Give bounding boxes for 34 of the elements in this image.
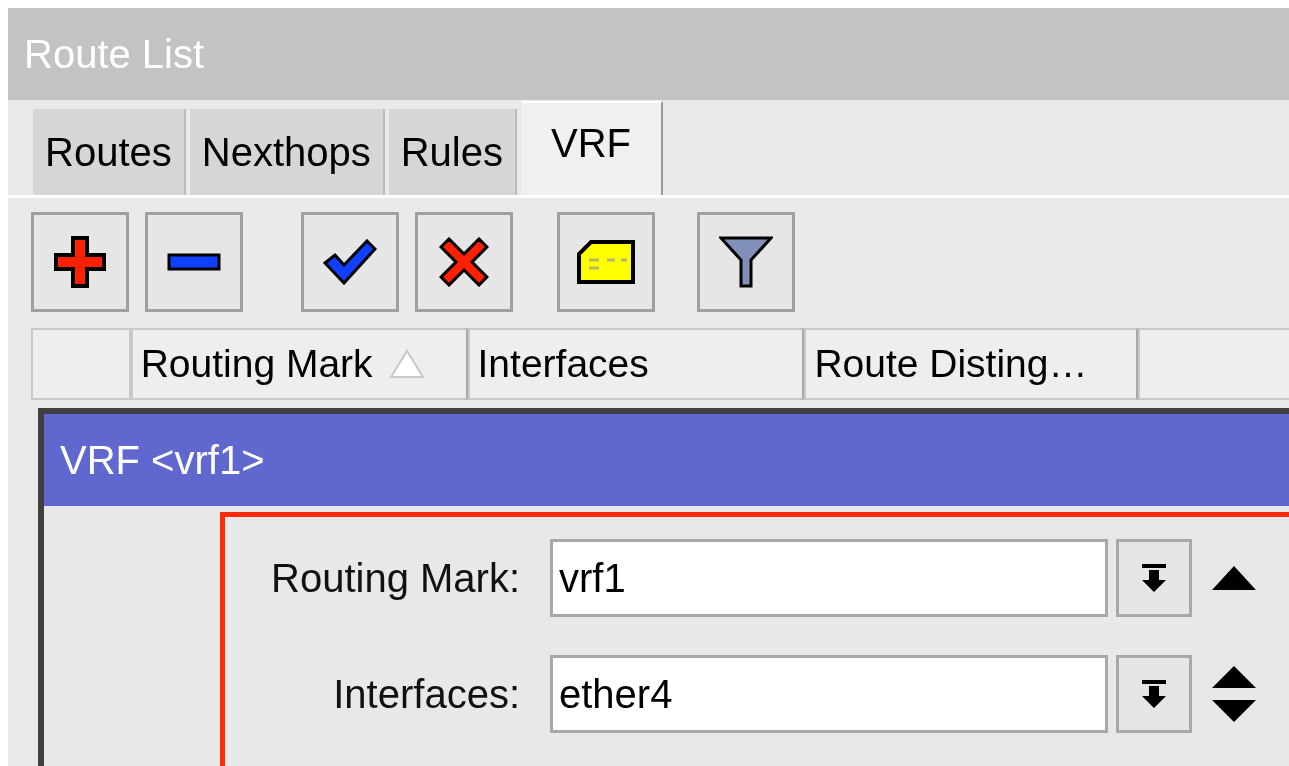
- up-down-arrow-icon[interactable]: [1212, 666, 1256, 722]
- tab[interactable]: Rules: [388, 109, 517, 195]
- minus-icon: [167, 253, 221, 271]
- disable-button[interactable]: [415, 212, 513, 312]
- input-field[interactable]: vrf1: [550, 539, 1108, 617]
- dropdown-arrow-icon: [1140, 562, 1168, 594]
- dropdown-button[interactable]: [1116, 539, 1192, 617]
- enable-button[interactable]: [301, 212, 399, 312]
- field-label: Routing Mark:: [270, 555, 521, 601]
- check-icon: [323, 239, 377, 285]
- remove-button[interactable]: [145, 212, 243, 312]
- column-label: Routing Mark: [140, 342, 373, 386]
- filter-icon: [719, 234, 773, 290]
- dialog-title: VRF <vrf1>: [60, 437, 265, 483]
- comment-button[interactable]: [557, 212, 655, 312]
- tab[interactable]: VRF: [521, 101, 663, 195]
- column-header[interactable]: Interfaces: [467, 328, 805, 400]
- tab[interactable]: Routes: [33, 109, 186, 195]
- column-label: Interfaces: [477, 342, 649, 386]
- plus-icon: [53, 235, 107, 289]
- add-button[interactable]: [31, 212, 129, 312]
- column-header[interactable]: Route Disting…: [804, 328, 1139, 400]
- up-arrow-icon[interactable]: [1212, 566, 1256, 590]
- note-icon: [577, 240, 635, 284]
- column-label: Route Disting…: [814, 342, 1088, 386]
- filter-button[interactable]: [697, 212, 795, 312]
- tab[interactable]: Nexthops: [189, 109, 385, 195]
- field-label: Interfaces:: [332, 671, 521, 717]
- window-title: Route List: [24, 31, 205, 77]
- column-header[interactable]: Routing Mark: [130, 328, 468, 400]
- dropdown-arrow-icon: [1140, 678, 1168, 710]
- dropdown-button[interactable]: [1116, 655, 1192, 733]
- cross-icon: [439, 237, 489, 287]
- input-field[interactable]: ether4: [550, 655, 1108, 733]
